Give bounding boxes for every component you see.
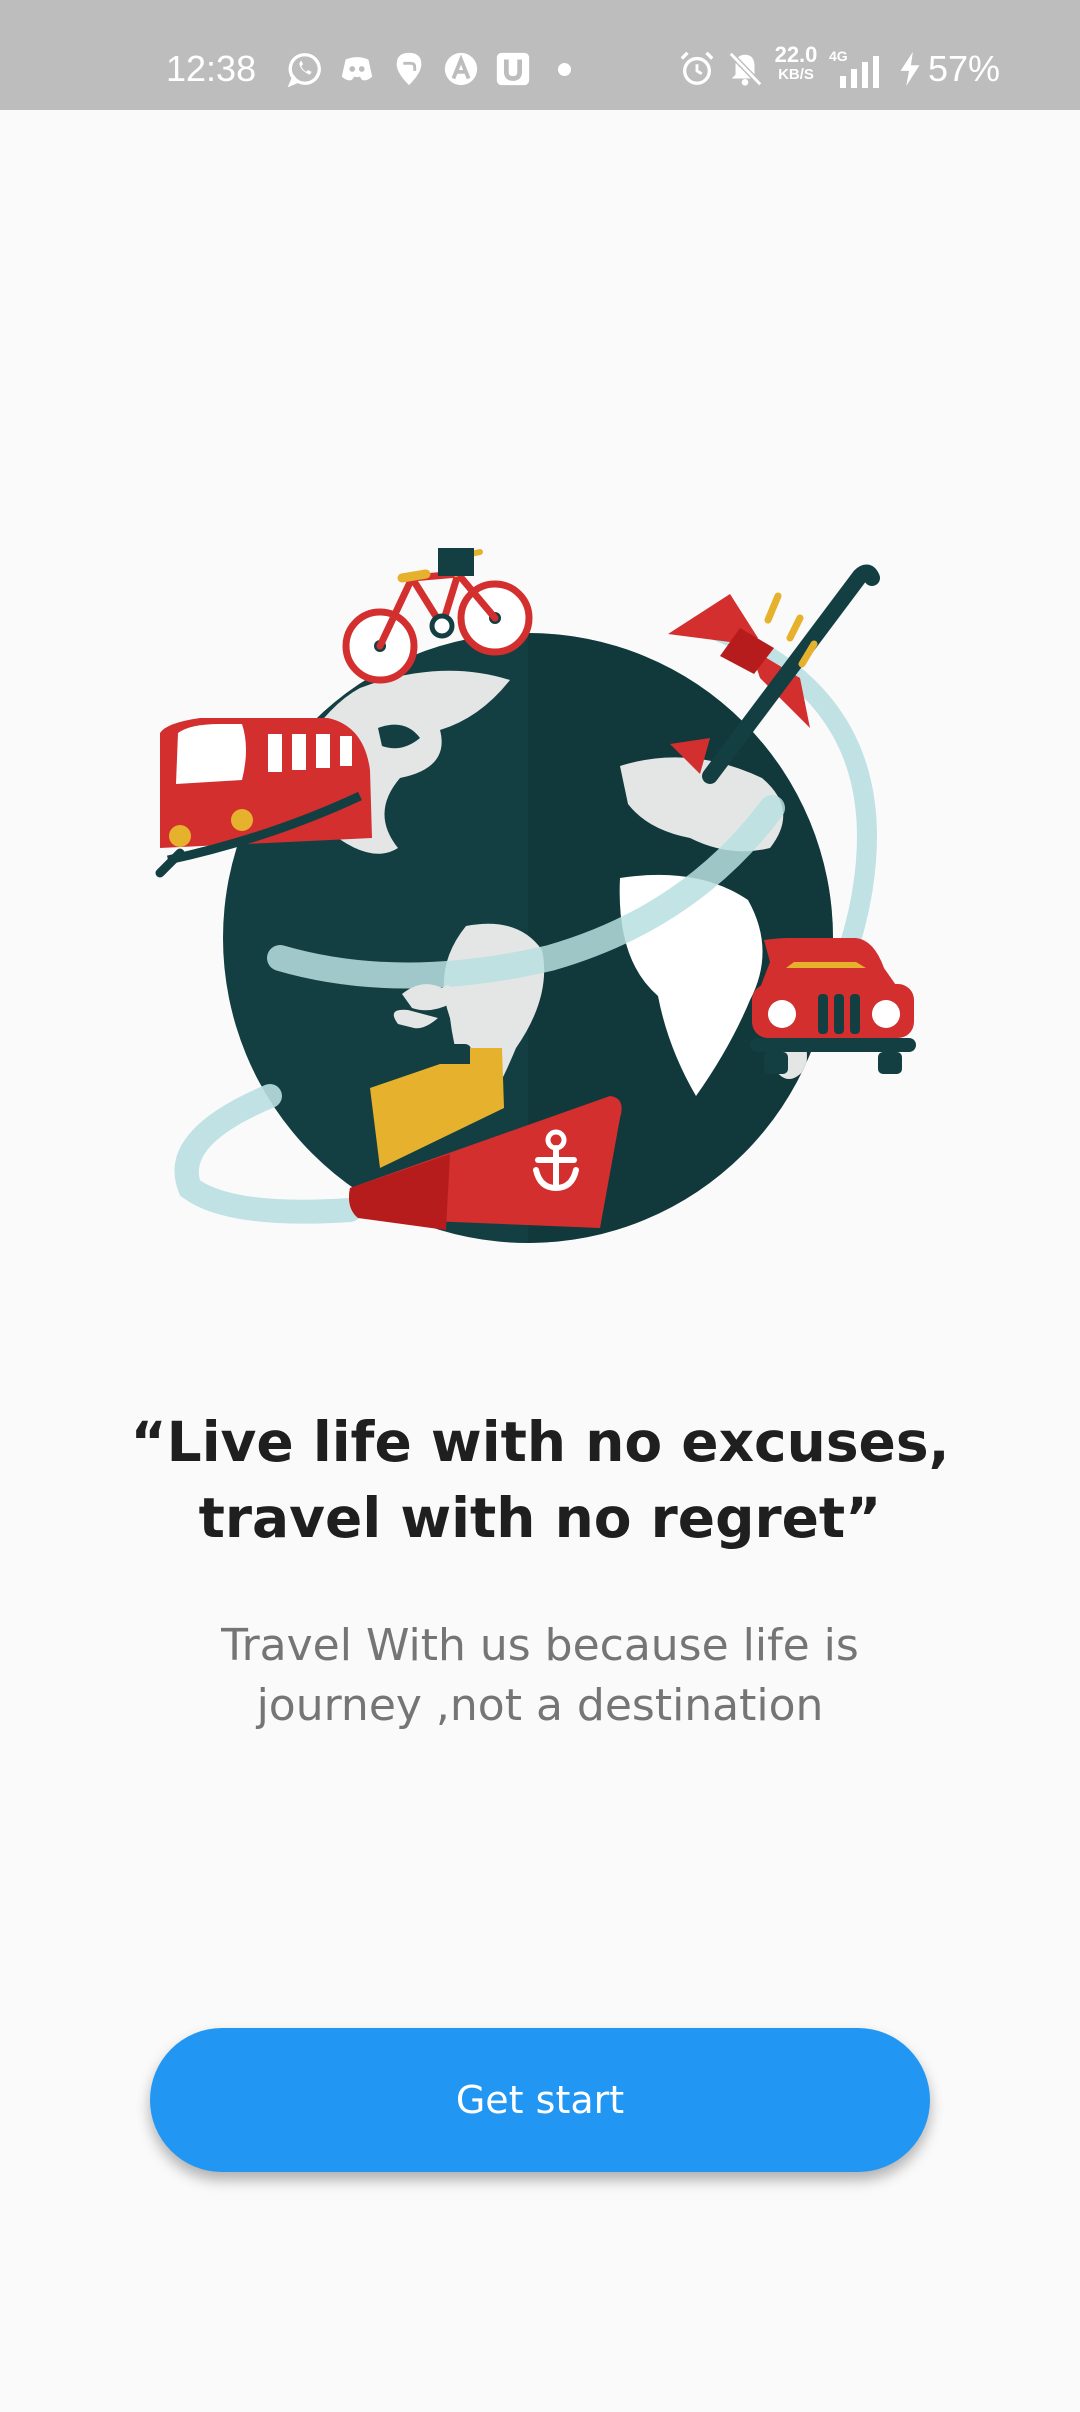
swiggy-icon: [396, 52, 422, 86]
arc-icon: [444, 52, 478, 86]
discord-icon: [341, 57, 373, 81]
muted-bell-icon: [728, 51, 763, 87]
u-app-icon: [496, 52, 530, 86]
network-speed-value: 22.0: [774, 42, 818, 67]
charging-icon: [900, 51, 920, 87]
network-speed: 22.0 KB/S: [770, 42, 822, 83]
travel-globe-illustration: [155, 548, 916, 1243]
car-icon: [750, 938, 916, 1074]
alarm-icon: [680, 51, 714, 85]
signal-icon: [840, 56, 879, 88]
subtitle-text: Travel With us because life is journey ,…: [221, 1620, 859, 1731]
battery-level: 57%: [928, 48, 1001, 89]
whatsapp-icon: [287, 53, 321, 88]
quote-heading: “Live life with no excuses, travel with …: [130, 1410, 950, 1550]
status-bar: 12:38 22.0 KB/S 4G 57%: [0, 0, 1080, 110]
status-time: 12:38: [166, 48, 257, 89]
get-started-button[interactable]: Get start: [150, 2028, 930, 2172]
notification-dot: [558, 63, 571, 76]
network-speed-unit: KB/S: [778, 66, 814, 83]
